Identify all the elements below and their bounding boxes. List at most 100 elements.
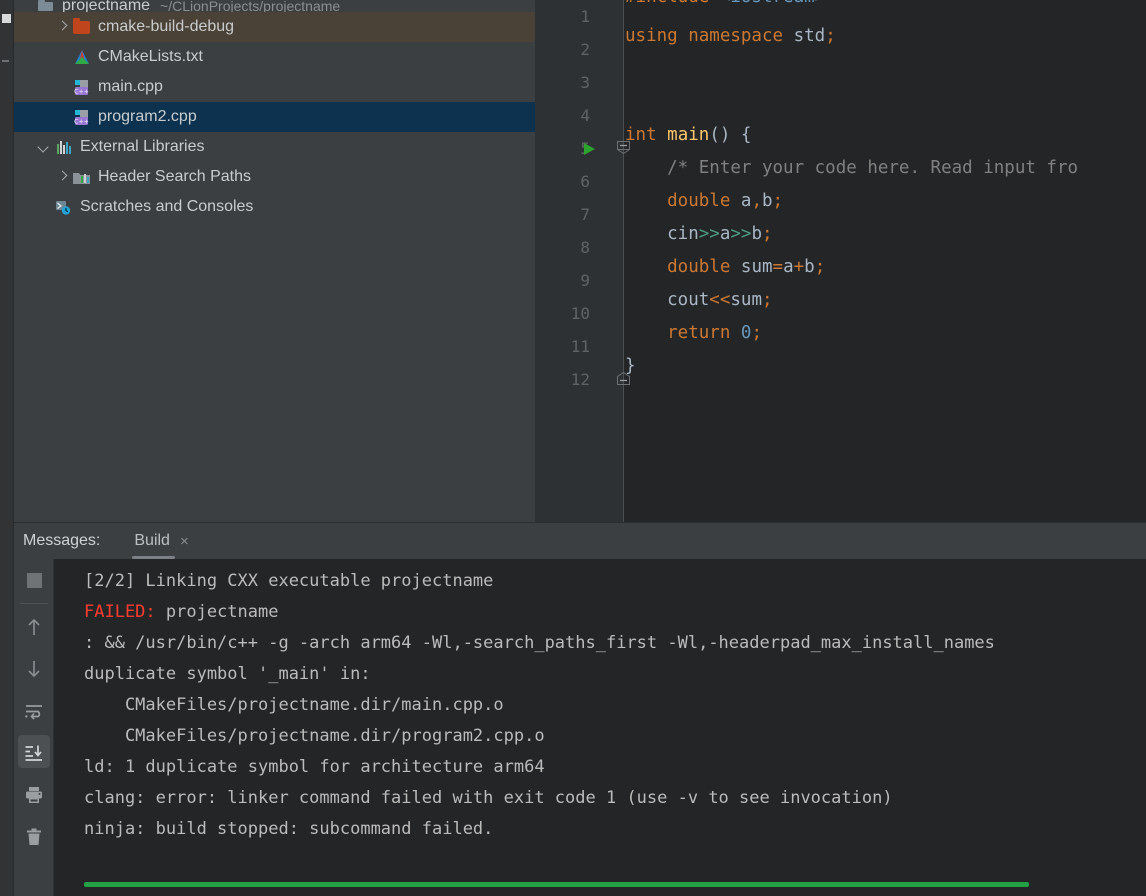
line-number: 1 xyxy=(580,7,590,26)
gutter-row: 4 xyxy=(535,99,623,132)
code-line-6[interactable]: /* Enter your code here. Read input fro xyxy=(625,152,1146,185)
panel-title: Messages: xyxy=(23,532,101,549)
libraries-icon xyxy=(54,138,74,156)
project-tree[interactable]: projectname ~/CLionProjects/projectname … xyxy=(14,0,535,522)
tree-label-scratches-and-consoles: Scratches and Consoles xyxy=(80,198,254,215)
tree-label-program2-cpp: program2.cpp xyxy=(98,108,197,125)
line-number: 2 xyxy=(580,40,590,59)
output-line: [2/2] Linking CXX executable projectname xyxy=(84,571,494,591)
tree-label-main-cpp: main.cpp xyxy=(98,78,163,95)
gutter-row: 12 xyxy=(535,363,630,396)
output-line: CMakeFiles/projectname.dir/program2.cpp.… xyxy=(84,726,545,746)
scroll-to-end-button[interactable] xyxy=(14,732,54,774)
tree-item-external-libraries[interactable]: External Libraries xyxy=(14,132,535,162)
cmake-file-icon xyxy=(72,48,92,66)
chevron-down-icon[interactable] xyxy=(36,139,52,155)
failed-label: FAILED: xyxy=(84,602,156,622)
folder-icon xyxy=(72,18,92,36)
chevron-right-icon[interactable] xyxy=(54,169,70,185)
panel-body: [2/2] Linking CXX executable projectname… xyxy=(14,559,1146,896)
code-text-area[interactable]: #include <iostream> using namespace std;… xyxy=(625,0,1146,522)
tree-item-cmakelists[interactable]: CMakeLists.txt xyxy=(14,42,535,72)
line-number: 7 xyxy=(580,205,590,224)
cpp-file-icon: C++ xyxy=(72,78,92,96)
run-gutter-icon[interactable] xyxy=(584,143,595,155)
down-arrow-icon xyxy=(28,661,40,678)
messages-tool-window: Messages: Build × [2/2] Linking CXX exec… xyxy=(14,522,1146,896)
line-number: 11 xyxy=(570,337,590,356)
line-number: 6 xyxy=(580,172,590,191)
code-editor[interactable]: 1 2 3 4 5 6 7 8 9 10 11 12 using namespa… xyxy=(535,0,1146,522)
gutter-row: 9 xyxy=(535,264,623,297)
scratches-icon xyxy=(54,198,74,216)
code-line-8[interactable]: cin>>a>>b; xyxy=(625,218,1146,251)
tree-item-main-cpp[interactable]: C++ main.cpp xyxy=(14,72,535,102)
line-number: 10 xyxy=(570,304,590,323)
close-icon[interactable]: × xyxy=(180,534,189,549)
line-number: 12 xyxy=(570,370,590,389)
trash-icon xyxy=(27,828,41,845)
tree-item-program2-cpp[interactable]: C++ program2.cpp xyxy=(14,102,535,132)
tree-item-cmake-build-debug[interactable]: cmake-build-debug xyxy=(14,12,535,42)
code-line-1[interactable]: #include <iostream> xyxy=(625,0,1146,20)
output-line: : && /usr/bin/c++ -g -arch arm64 -Wl,-se… xyxy=(84,633,995,653)
scroll-to-end-icon xyxy=(25,745,42,761)
previous-occurrence-button[interactable] xyxy=(14,606,54,648)
output-line: CMakeFiles/projectname.dir/main.cpp.o xyxy=(84,695,504,715)
tool-window-strip[interactable]: Messages xyxy=(0,0,14,896)
editor-gutter[interactable]: 1 2 3 4 5 6 7 8 9 10 11 12 xyxy=(535,0,630,522)
code-line-5[interactable]: int main() { xyxy=(625,119,1146,152)
line-number: 9 xyxy=(580,271,590,290)
module-icon xyxy=(36,0,56,12)
code-line-2[interactable]: using namespace std; xyxy=(625,20,1146,53)
clion-window: Messages projectname ~/CLionProjects/pro… xyxy=(0,0,1146,896)
chevron-right-icon[interactable] xyxy=(54,19,70,35)
panel-tab-bar: Messages: Build × xyxy=(14,523,1146,559)
tree-label-cmake-build-debug: cmake-build-debug xyxy=(98,18,235,35)
gutter-row: 11 xyxy=(535,330,623,363)
cpp-file-icon: C++ xyxy=(72,108,92,126)
output-line: ld: 1 duplicate symbol for architecture … xyxy=(84,757,545,777)
code-line-7[interactable]: double a,b; xyxy=(625,185,1146,218)
soft-wrap-icon xyxy=(25,705,42,720)
library-folder-icon xyxy=(72,168,92,186)
line-number: 8 xyxy=(580,238,590,257)
code-line-9[interactable]: double sum=a+b; xyxy=(625,251,1146,284)
gutter-row: 6 xyxy=(535,165,623,198)
build-output-console[interactable]: [2/2] Linking CXX executable projectname… xyxy=(54,559,1146,896)
line-number: 5 xyxy=(580,139,590,158)
gutter-row: 8 xyxy=(535,231,623,264)
next-occurrence-button[interactable] xyxy=(14,648,54,690)
tree-item-scratches-and-consoles[interactable]: Scratches and Consoles xyxy=(14,192,535,222)
tree-item-projectname[interactable]: projectname ~/CLionProjects/projectname xyxy=(14,0,535,12)
build-toolbar[interactable] xyxy=(14,559,54,896)
code-line-3[interactable] xyxy=(625,53,1146,86)
tree-item-header-search-paths[interactable]: Header Search Paths xyxy=(14,162,535,192)
stop-icon xyxy=(26,572,42,588)
output-line: ninja: build stopped: subcommand failed. xyxy=(84,819,494,839)
gutter-row: 7 xyxy=(535,198,623,231)
clear-all-button[interactable] xyxy=(14,816,54,858)
print-icon xyxy=(26,787,42,803)
code-line-11[interactable]: return 0; xyxy=(625,317,1146,350)
gutter-row: 1 xyxy=(535,0,623,33)
annotation-underline xyxy=(84,882,1029,887)
stop-button[interactable] xyxy=(14,559,54,601)
soft-wrap-button[interactable] xyxy=(14,690,54,732)
tree-label-header-search-paths: Header Search Paths xyxy=(98,168,251,185)
code-line-12[interactable]: } xyxy=(625,350,1146,383)
tree-label-cmakelists: CMakeLists.txt xyxy=(98,48,203,65)
svg-text:C++: C++ xyxy=(74,118,89,125)
line-number: 3 xyxy=(580,73,590,92)
output-line: duplicate symbol '_main' in: xyxy=(84,664,371,684)
tab-build[interactable]: Build × xyxy=(132,523,190,559)
output-line: clang: error: linker command failed with… xyxy=(84,788,893,808)
print-button[interactable] xyxy=(14,774,54,816)
tree-label-external-libraries: External Libraries xyxy=(80,138,205,155)
svg-text:C++: C++ xyxy=(74,88,89,95)
gutter-row: 2 xyxy=(535,33,623,66)
tree-label-projectname: projectname xyxy=(62,0,151,12)
toolbar-divider xyxy=(20,603,48,604)
code-line-10[interactable]: cout<<sum; xyxy=(625,284,1146,317)
code-line-4[interactable] xyxy=(625,86,1146,119)
